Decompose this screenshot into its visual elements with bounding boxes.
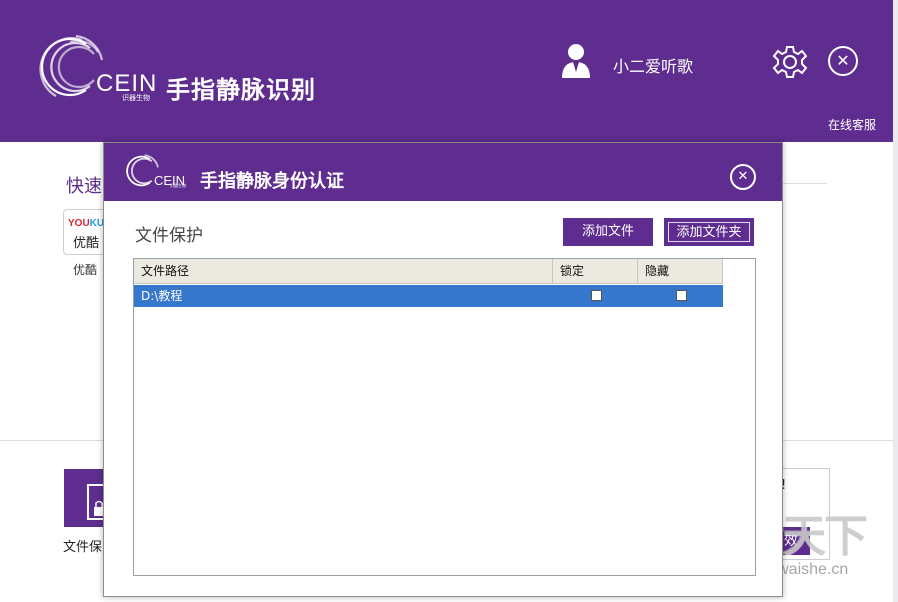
app-header: CEIN 识器生物 手指静脉识别 小二爱听歌 ✕ 在线客服 xyxy=(0,0,893,142)
column-header-lock[interactable]: 锁定 xyxy=(553,259,638,283)
app-label: 优酷 xyxy=(73,263,98,277)
add-folder-label: 添加文件夹 xyxy=(668,222,750,242)
user-icon xyxy=(562,44,590,78)
app-tile-text: 优酷 xyxy=(73,236,100,251)
user-name[interactable]: 小二爱听歌 xyxy=(613,53,693,77)
section-title: 文件保护 xyxy=(135,226,203,246)
logo-subtext: 识器生物 xyxy=(122,94,150,102)
add-folder-button[interactable]: 添加文件夹 xyxy=(664,218,754,246)
lock-checkbox[interactable] xyxy=(591,290,602,301)
close-button[interactable]: ✕ xyxy=(828,46,858,76)
app-title: 手指静脉识别 xyxy=(166,76,316,104)
table-row[interactable]: D:\教程 xyxy=(134,285,723,307)
file-protect-dialog: CEIN 识器生物 手指静脉身份认证 ✕ 文件保护 添加文件 添加文件夹 文件路… xyxy=(103,142,783,597)
dialog-close-button[interactable]: ✕ xyxy=(730,164,756,190)
column-header-hide[interactable]: 隐藏 xyxy=(638,259,723,283)
divider xyxy=(783,183,827,184)
add-file-button[interactable]: 添加文件 xyxy=(563,218,653,246)
file-table: 文件路径 锁定 隐藏 D:\教程 xyxy=(133,258,756,576)
dialog-header: CEIN 识器生物 手指静脉身份认证 ✕ xyxy=(104,143,782,201)
hide-checkbox[interactable] xyxy=(676,290,687,301)
logo-subtext: 识器生物 xyxy=(170,183,186,188)
column-header-path[interactable]: 文件路径 xyxy=(134,259,553,283)
quick-section-title: 快速 xyxy=(66,176,102,197)
table-header: 文件路径 锁定 隐藏 xyxy=(134,259,723,284)
online-service-link[interactable]: 在线客服 xyxy=(828,116,876,133)
file-path-cell: D:\教程 xyxy=(141,289,183,303)
gear-icon[interactable] xyxy=(772,44,808,80)
feature-label: 文件保 xyxy=(63,540,103,555)
window-border xyxy=(893,0,898,602)
youku-logo: YOUKU xyxy=(68,218,105,229)
dialog-title: 手指静脉身份认证 xyxy=(200,171,344,192)
